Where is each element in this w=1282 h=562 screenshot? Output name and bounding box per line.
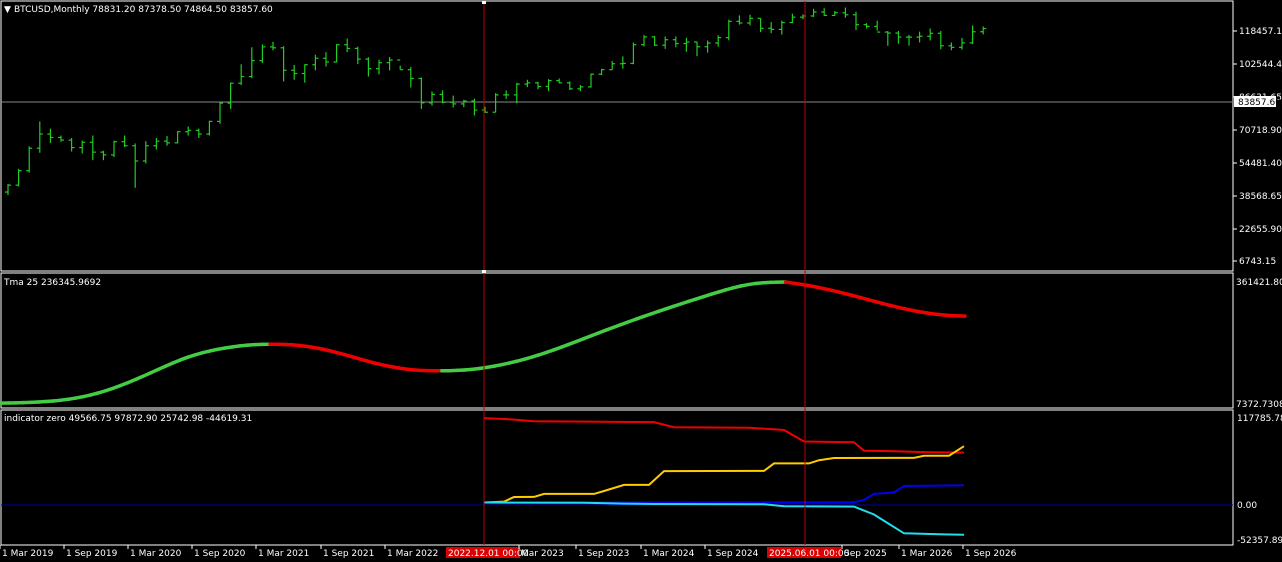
crosshair-marker: [482, 1, 486, 4]
time-label-text: 2025.06.01 00:00: [769, 549, 850, 559]
price-tick: 6743.15: [1233, 257, 1276, 267]
time-label-text: Mar 2023: [521, 549, 564, 559]
tma-tick-label: 361421.809: [1236, 278, 1282, 288]
price-tick: 102544.40: [1233, 60, 1282, 70]
price-tick-label: 102544.40: [1239, 60, 1282, 70]
time-label-text: 1 Mar 2021: [258, 549, 309, 559]
time-label-text: 1 Mar 2020: [130, 549, 182, 559]
price-tick: 38568.65: [1233, 192, 1282, 202]
trading-chart[interactable]: 118457.15102544.4086631.6570718.9054481.…: [0, 0, 1282, 562]
time-label-text: Sep 2025: [844, 549, 887, 559]
time-label-text: 1 Sep 2023: [578, 549, 629, 559]
time-label-highlighted: 2025.06.01 00:00: [767, 547, 850, 559]
price-tick-label: 70718.90: [1239, 126, 1282, 136]
time-label-text: 1 Mar 2022: [387, 549, 438, 559]
crosshair-marker: [482, 270, 486, 273]
dropdown-arrow-icon[interactable]: ▼: [4, 5, 11, 15]
price-tick: 118457.15: [1233, 27, 1282, 37]
time-label-text: 1 Sep 2026: [965, 549, 1017, 559]
indicator-info: indicator zero 49566.75 97872.90 25742.9…: [4, 414, 252, 424]
price-tick: 54481.40: [1233, 159, 1282, 169]
price-tick-label: 22655.90: [1239, 225, 1282, 235]
symbol-info: BTCUSD,Monthly 78831.20 87378.50 74864.5…: [14, 5, 273, 15]
indicator-tick-label: 0.00: [1237, 501, 1257, 511]
tma-tick-label: 7372.7308: [1236, 400, 1282, 410]
time-label-highlighted: 2022.12.01 00:00: [446, 547, 529, 559]
chart-background: [0, 0, 1282, 562]
time-label-text: 1 Sep 2021: [323, 549, 374, 559]
tma-info: Tma 25 236345.9692: [3, 278, 101, 288]
price-tick: 22655.90: [1233, 225, 1282, 235]
indicator-tick-label: 117785.78: [1237, 414, 1282, 424]
time-label-text: 1 Sep 2019: [66, 549, 118, 559]
time-label-text: 2022.12.01 00:00: [448, 549, 529, 559]
price-tick-label: 6743.15: [1239, 257, 1276, 267]
time-label-text: 1 Mar 2019: [2, 549, 54, 559]
price-tick-label: 38568.65: [1239, 192, 1282, 202]
price-tick-label: 118457.15: [1239, 27, 1282, 37]
price-tick: 70718.90: [1233, 126, 1282, 136]
price-tag-text: 83857.60: [1238, 98, 1281, 108]
current-price-label: 83857.60: [1234, 96, 1281, 108]
time-label-text: 1 Mar 2026: [901, 549, 953, 559]
indicator-tick-label: -52357.89: [1237, 536, 1282, 546]
time-label-text: 1 Sep 2024: [707, 549, 759, 559]
price-tick-label: 54481.40: [1239, 159, 1282, 169]
time-label-text: 1 Mar 2024: [643, 549, 695, 559]
time-label-text: 1 Sep 2020: [194, 549, 246, 559]
chart-header: ▼ BTCUSD,Monthly 78831.20 87378.50 74864…: [4, 5, 273, 15]
